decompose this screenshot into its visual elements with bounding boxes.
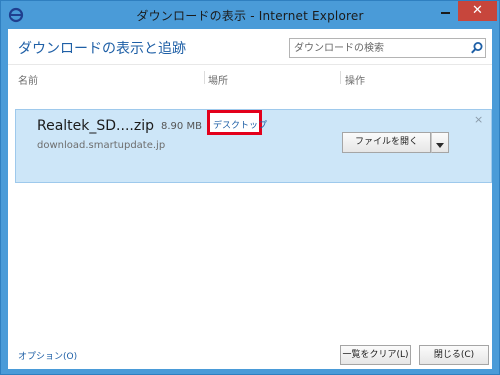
window-title: ダウンロードの表示 - Internet Explorer: [136, 9, 364, 23]
download-window: ダウンロードの表示 - Internet Explorer ✕ ダウンロードの表…: [0, 0, 500, 375]
download-row[interactable]: Realtek_SD....zip 8.90 MB download.smart…: [15, 109, 492, 183]
clear-list-button[interactable]: 一覧をクリア(L): [340, 345, 411, 365]
chevron-down-icon: [436, 143, 444, 148]
minimize-button[interactable]: [432, 1, 458, 21]
search-icon[interactable]: [470, 41, 484, 55]
options-link[interactable]: オプション(O): [18, 349, 77, 362]
search-input[interactable]: [290, 39, 466, 57]
open-options-dropdown[interactable]: [431, 132, 449, 153]
header-divider: [8, 64, 492, 65]
close-window-button[interactable]: ✕: [458, 1, 497, 21]
title-bar[interactable]: ダウンロードの表示 - Internet Explorer ✕: [1, 1, 499, 29]
column-header-name: 名前: [18, 76, 38, 87]
client-area: ダウンロードの表示と追跡 名前 場所 操作 Realtek_SD....zip …: [8, 29, 492, 369]
close-dialog-button[interactable]: 閉じる(C): [419, 345, 489, 365]
column-header-action: 操作: [345, 76, 365, 87]
location-link[interactable]: デスクトップ: [213, 118, 267, 131]
file-size: 8.90 MB: [161, 121, 202, 132]
column-header-location: 場所: [208, 76, 228, 87]
file-name: Realtek_SD....zip: [37, 118, 154, 134]
column-separator: [340, 71, 341, 84]
page-title: ダウンロードの表示と追跡: [18, 41, 186, 57]
column-separator: [204, 71, 205, 84]
search-box[interactable]: [289, 38, 486, 58]
file-source: download.smartupdate.jp: [37, 140, 166, 151]
location-highlight: デスクトップ: [207, 110, 267, 135]
minimize-icon: [440, 12, 450, 14]
remove-download-button[interactable]: ×: [474, 113, 483, 126]
open-file-button[interactable]: ファイルを開く: [342, 132, 431, 153]
